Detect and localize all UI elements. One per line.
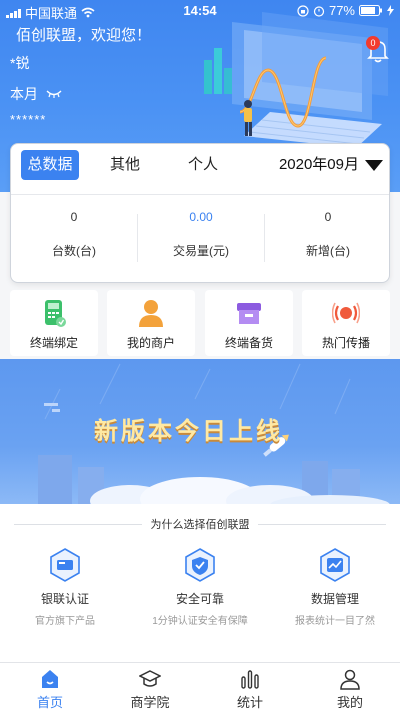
nav-label: 首页 bbox=[36, 695, 63, 710]
nav-home[interactable]: 首页 bbox=[0, 663, 100, 710]
masked-amount: ****** bbox=[10, 112, 47, 127]
alarm-icon bbox=[313, 5, 325, 17]
quick-label: 热门传播 bbox=[321, 336, 370, 350]
feature-title: 安全可靠 bbox=[175, 592, 224, 606]
battery-percent: 77% bbox=[328, 3, 355, 18]
nav-mine[interactable]: 我的 bbox=[300, 663, 400, 710]
home-icon bbox=[42, 670, 58, 688]
status-bar: 中国联通 14:54 77% bbox=[0, 0, 400, 21]
quick-my-merchants[interactable]: 我的商户 bbox=[107, 290, 195, 356]
tab-other[interactable]: 其他 bbox=[105, 150, 145, 180]
stat-value: 0.00 bbox=[189, 210, 213, 224]
date-value: 2020年09月 bbox=[278, 156, 359, 173]
quick-actions: 终端绑定 我的商户 终端备货 热门传播 bbox=[10, 290, 390, 356]
feature-unionpay: 银联认证 官方旗下产品 bbox=[0, 548, 130, 627]
feature-title: 数据管理 bbox=[310, 592, 359, 606]
shield-check-icon bbox=[185, 548, 215, 582]
bar-stats-icon bbox=[241, 670, 259, 689]
quick-label: 终端绑定 bbox=[29, 336, 78, 350]
feature-subtitle: 报表统计一目了然 bbox=[295, 616, 375, 627]
stat-label: 新增(台) bbox=[306, 244, 350, 258]
unionpay-card-icon bbox=[50, 548, 80, 582]
nav-label: 我的 bbox=[336, 695, 363, 710]
feature-subtitle: 官方旗下产品 bbox=[35, 616, 95, 627]
bottom-navigation: 首页 商学院 统计 我的 bbox=[0, 662, 400, 710]
quick-hot-broadcast[interactable]: 热门传播 bbox=[302, 290, 390, 356]
user-icon bbox=[340, 669, 360, 690]
stat-label: 台数(台) bbox=[52, 244, 96, 258]
battery-icon bbox=[359, 5, 382, 16]
merchant-person-icon bbox=[139, 300, 163, 327]
nav-label: 商学院 bbox=[130, 695, 170, 710]
feature-title: 银联认证 bbox=[40, 592, 89, 606]
quick-label: 终端备货 bbox=[224, 336, 273, 350]
broadcast-icon bbox=[332, 302, 360, 324]
lock-rotation-icon bbox=[297, 4, 309, 17]
data-chart-icon bbox=[320, 548, 350, 582]
dropdown-triangle-icon bbox=[365, 159, 383, 171]
eye-closed-icon[interactable] bbox=[46, 89, 62, 99]
stat-new-devices: 0 新增(台) bbox=[265, 210, 391, 259]
quick-label: 我的商户 bbox=[126, 336, 175, 350]
month-label: 本月 bbox=[10, 86, 38, 102]
quick-terminal-bind[interactable]: 终端绑定 bbox=[10, 290, 98, 356]
tab-total-data[interactable]: 总数据 bbox=[21, 150, 79, 180]
tab-personal[interactable]: 个人 bbox=[183, 150, 223, 180]
stat-device-count: 0 台数(台) bbox=[11, 210, 137, 259]
section-title: 为什么选择佰创联盟 bbox=[150, 519, 250, 531]
stat-value: 0 bbox=[324, 210, 332, 224]
stat-transaction-volume: 0.00 交易量(元) bbox=[138, 210, 264, 259]
promo-banner[interactable]: 新版本今日上线 bbox=[0, 359, 400, 504]
feature-secure: 安全可靠 1分钟认证安全有保障 bbox=[135, 548, 265, 627]
stat-value: 0 bbox=[70, 210, 78, 224]
stat-label: 交易量(元) bbox=[173, 244, 229, 258]
stats-card: 总数据 其他 个人 2020年09月 0 台数(台) 0.00 交易量(元) 0… bbox=[10, 143, 390, 283]
greeting-text: 佰创联盟，欢迎您！ bbox=[16, 27, 152, 44]
pos-terminal-icon bbox=[45, 300, 66, 327]
banner-headline: 新版本今日上线 bbox=[94, 418, 283, 445]
notification-badge: 0 bbox=[366, 36, 380, 50]
stats-tabs: 总数据 其他 个人 2020年09月 bbox=[11, 150, 389, 180]
username: *锐 bbox=[10, 55, 30, 71]
quick-terminal-stock[interactable]: 终端备货 bbox=[205, 290, 293, 356]
stock-box-icon bbox=[237, 303, 261, 324]
feature-data-management: 数据管理 报表统计一目了然 bbox=[270, 548, 400, 627]
feature-subtitle: 1分钟认证安全有保障 bbox=[152, 616, 248, 627]
stats-divider bbox=[11, 194, 389, 195]
date-selector[interactable]: 2020年09月 bbox=[279, 150, 383, 180]
nav-statistics[interactable]: 统计 bbox=[200, 663, 300, 710]
charging-icon bbox=[387, 5, 394, 16]
nav-academy[interactable]: 商学院 bbox=[100, 663, 200, 710]
graduation-cap-icon bbox=[139, 670, 161, 687]
why-choose-section: 为什么选择佰创联盟 银联认证 官方旗下产品 安全可靠 1分钟认证安全有保障 数据… bbox=[0, 504, 400, 664]
nav-label: 统计 bbox=[236, 695, 263, 710]
month-summary: 本月 bbox=[10, 84, 62, 104]
